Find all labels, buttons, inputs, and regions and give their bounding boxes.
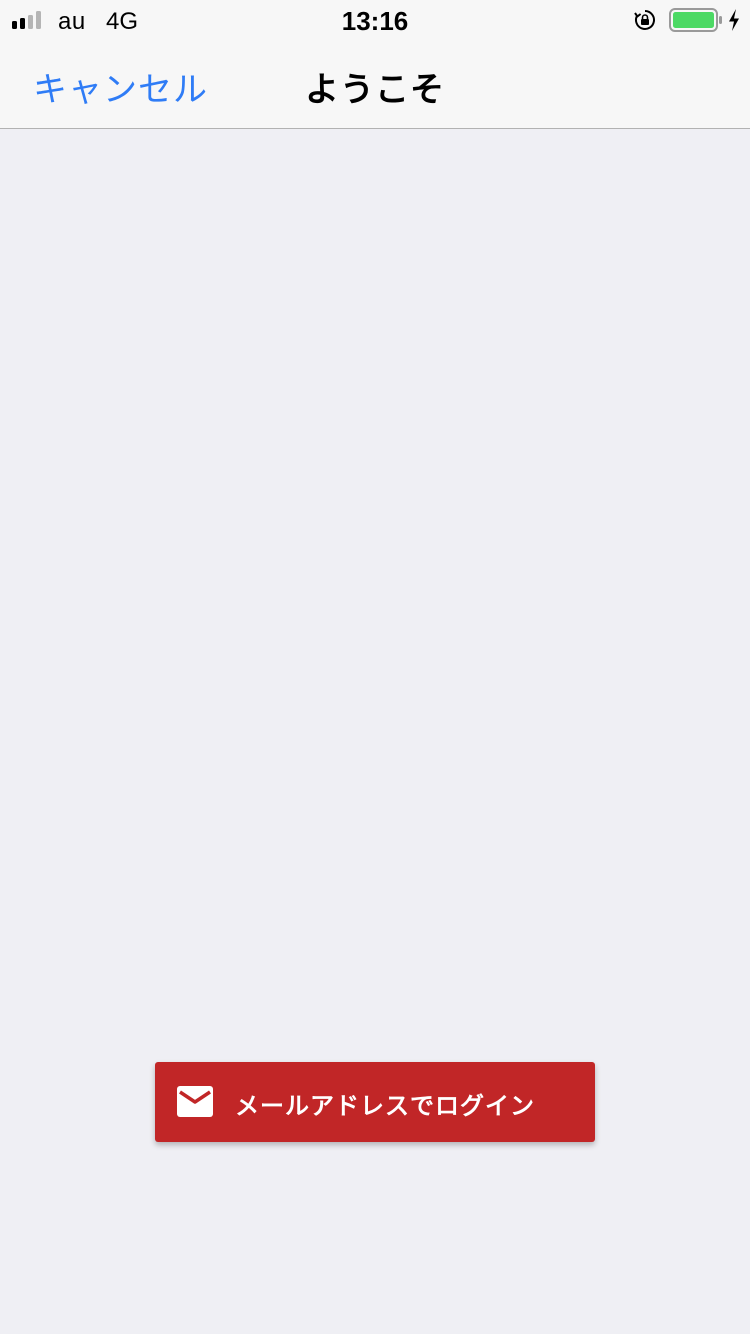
email-login-button[interactable]: メールアドレスでログイン (155, 1062, 595, 1142)
navigation-bar: キャンセル ようこそ (0, 40, 750, 129)
mail-icon (177, 1086, 213, 1117)
status-bar: au 4G 13:16 (0, 0, 750, 40)
main-content: メールアドレスでログイン (0, 129, 750, 1334)
screen: au 4G 13:16 キャンセル ようこそ メールアドレスでログイン (0, 0, 750, 1334)
charging-icon (729, 9, 739, 31)
email-login-label: メールアドレスでログイン (235, 1093, 535, 1120)
orientation-lock-icon (634, 10, 655, 30)
battery-icon (669, 8, 722, 32)
page-title: ようこそ (305, 71, 445, 109)
